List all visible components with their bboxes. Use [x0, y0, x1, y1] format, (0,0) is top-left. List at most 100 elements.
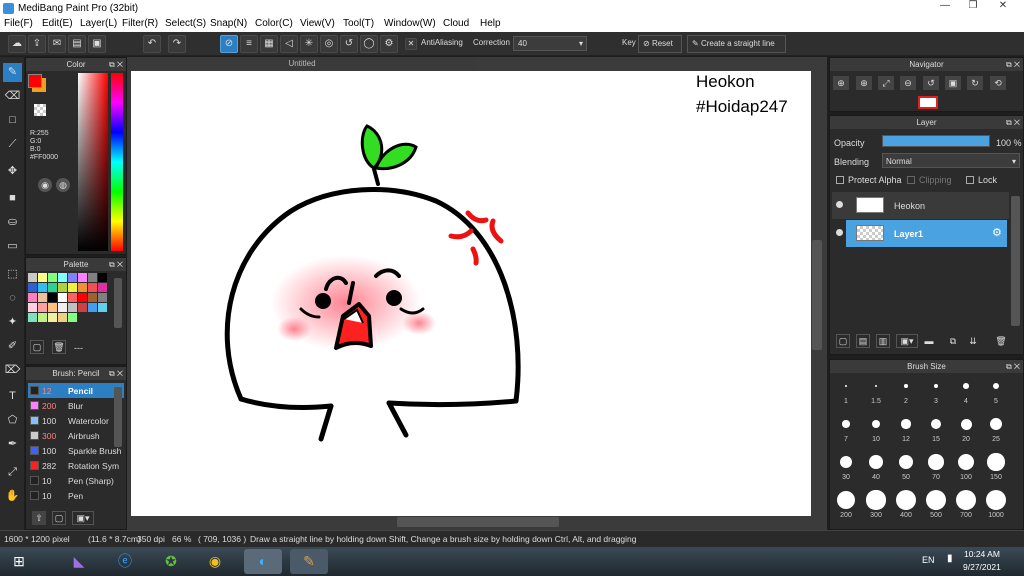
menu-view[interactable]: View(V)	[300, 18, 335, 29]
new-halftone-layer-icon[interactable]: ▤	[856, 334, 870, 348]
folder-icon[interactable]: ▬	[922, 334, 936, 348]
palette-swatch[interactable]	[78, 293, 87, 302]
zoom-in-icon[interactable]: ⊕	[833, 76, 849, 90]
delete-palette-icon[interactable]: 🗑	[52, 340, 66, 354]
palette-swatch[interactable]	[38, 313, 47, 322]
palette-swatch[interactable]	[88, 283, 97, 292]
transparent-color-swatch[interactable]	[34, 104, 46, 116]
palette-swatch[interactable]	[28, 303, 37, 312]
palette-swatch[interactable]	[88, 303, 97, 312]
palette-swatch[interactable]	[48, 283, 57, 292]
divide-tool-icon[interactable]: ⬠	[3, 411, 22, 430]
palette-swatch[interactable]	[98, 273, 107, 282]
clock-date[interactable]: 9/27/2021	[963, 562, 1001, 572]
chrome-icon[interactable]: ◉	[196, 549, 234, 574]
hue-slider[interactable]	[111, 73, 123, 251]
palette-swatch[interactable]	[38, 283, 47, 292]
bucket-tool-icon[interactable]: ⛀	[3, 213, 22, 232]
brush-size-option[interactable]: 200	[832, 490, 860, 519]
canvas-vertical-scrollbar[interactable]	[812, 240, 822, 350]
snap-off-icon[interactable]: ⊘	[220, 35, 238, 53]
panel-controls[interactable]: ⧉ ✕	[109, 58, 123, 71]
grid-snap-icon[interactable]: ▦	[260, 35, 278, 53]
brush-size-option[interactable]: 1	[832, 376, 860, 405]
fit-icon[interactable]: ⤢	[878, 76, 894, 90]
palette-swatch[interactable]	[98, 303, 107, 312]
palette-swatch[interactable]	[28, 293, 37, 302]
palette-swatch[interactable]	[58, 283, 67, 292]
gear-icon[interactable]: ⚙	[992, 226, 1002, 239]
brush-size-option[interactable]: 10	[862, 414, 890, 443]
layer-row[interactable]: Heokon	[832, 192, 1009, 219]
canvas-paper[interactable]: Heokon #Hoidap247	[131, 71, 811, 516]
brush-menu-icon[interactable]: ▣▾	[72, 511, 94, 525]
panel-controls[interactable]: ⧉ ✕	[109, 258, 123, 271]
brush-size-option[interactable]: 300	[862, 490, 890, 519]
palette-swatch[interactable]	[38, 273, 47, 282]
brush-row[interactable]: 10 Pen	[28, 488, 124, 503]
layer-row[interactable]: Layer1 ⚙	[832, 220, 1009, 247]
palette-swatch[interactable]	[68, 273, 77, 282]
palette-swatch[interactable]	[78, 303, 87, 312]
brush-size-option[interactable]: 1.5	[862, 376, 890, 405]
magic-wand-tool-icon[interactable]: ✦	[3, 313, 22, 332]
select-tool-icon[interactable]: ⬚	[3, 265, 22, 284]
brush-size-option[interactable]: 3	[922, 376, 950, 405]
palette-swatch[interactable]	[88, 293, 97, 302]
palette-swatch[interactable]	[48, 273, 57, 282]
lasso-tool-icon[interactable]: ◌	[3, 289, 22, 308]
palette-swatch[interactable]	[28, 283, 37, 292]
rotate-left-icon[interactable]: ↺	[923, 76, 939, 90]
palette-swatch[interactable]	[48, 313, 57, 322]
duplicate-layer-icon[interactable]: ⧉	[946, 334, 960, 348]
brush-row[interactable]: 282 Rotation Sym	[28, 458, 124, 473]
saturation-brightness-field[interactable]	[78, 73, 108, 251]
brush-row[interactable]: 100 Watercolor	[28, 413, 124, 428]
maximize-button[interactable]: ❐	[962, 0, 984, 14]
move-tool-icon[interactable]: ✥	[3, 162, 22, 181]
visual-studio-icon[interactable]: ◣	[60, 549, 98, 574]
palette-swatch[interactable]	[68, 293, 77, 302]
share-icon[interactable]: ⇪	[28, 35, 46, 53]
brush-size-option[interactable]: 7	[832, 414, 860, 443]
palette-swatch[interactable]	[88, 273, 97, 282]
menu-color[interactable]: Color(C)	[255, 18, 293, 29]
brush-size-option[interactable]: 25	[982, 414, 1010, 443]
correction-select[interactable]: 40 ▾	[513, 36, 587, 51]
curve-snap-icon[interactable]: ↺	[340, 35, 358, 53]
palette-swatch[interactable]	[78, 273, 87, 282]
navigator-thumbnail[interactable]	[918, 96, 938, 109]
eyedropper-tool-icon[interactable]: ✒	[3, 435, 22, 454]
panel-controls[interactable]: ⧉ ✕	[1006, 360, 1020, 373]
color-wheel-icon[interactable]: ◉	[38, 178, 52, 192]
panel-controls[interactable]: ⧉ ✕	[109, 367, 123, 380]
lock-checkbox[interactable]	[966, 176, 974, 184]
menu-cloud[interactable]: Cloud	[443, 18, 469, 29]
brush-size-option[interactable]: 30	[832, 452, 860, 481]
palette-swatch[interactable]	[48, 293, 57, 302]
new-palette-icon[interactable]: ▢	[30, 340, 44, 354]
canvas-tab[interactable]: Untitled	[127, 57, 477, 70]
fullscreen-icon[interactable]: ▣	[945, 76, 961, 90]
brush-size-option[interactable]: 100	[952, 452, 980, 481]
hand-tool-icon[interactable]: ✋	[3, 487, 22, 506]
operation-tool-icon[interactable]: ⤢	[3, 463, 22, 482]
brush-size-option[interactable]: 150	[982, 452, 1010, 481]
reset-button[interactable]: ⊘ Reset	[638, 35, 682, 53]
antialiasing-checkbox[interactable]: ✕	[405, 38, 417, 50]
menu-edit[interactable]: Edit(E)	[42, 18, 73, 29]
eye-icon[interactable]	[836, 201, 843, 208]
brush-size-option[interactable]: 15	[922, 414, 950, 443]
eraser-tool-icon[interactable]: ⌫	[3, 87, 22, 106]
palette-swatch[interactable]	[38, 303, 47, 312]
dot-tool-icon[interactable]: □	[3, 111, 22, 130]
brush-size-option[interactable]: 400	[892, 490, 920, 519]
palette-scrollbar[interactable]	[114, 278, 122, 328]
brush-row[interactable]: 300 Airbrush	[28, 428, 124, 443]
palette-swatch[interactable]	[58, 273, 67, 282]
palette-swatch[interactable]	[68, 303, 77, 312]
start-button[interactable]: ⊞	[2, 549, 36, 574]
menu-file[interactable]: File(F)	[4, 18, 33, 29]
palette-swatch[interactable]	[78, 283, 87, 292]
comment-icon[interactable]: ✉	[48, 35, 66, 53]
